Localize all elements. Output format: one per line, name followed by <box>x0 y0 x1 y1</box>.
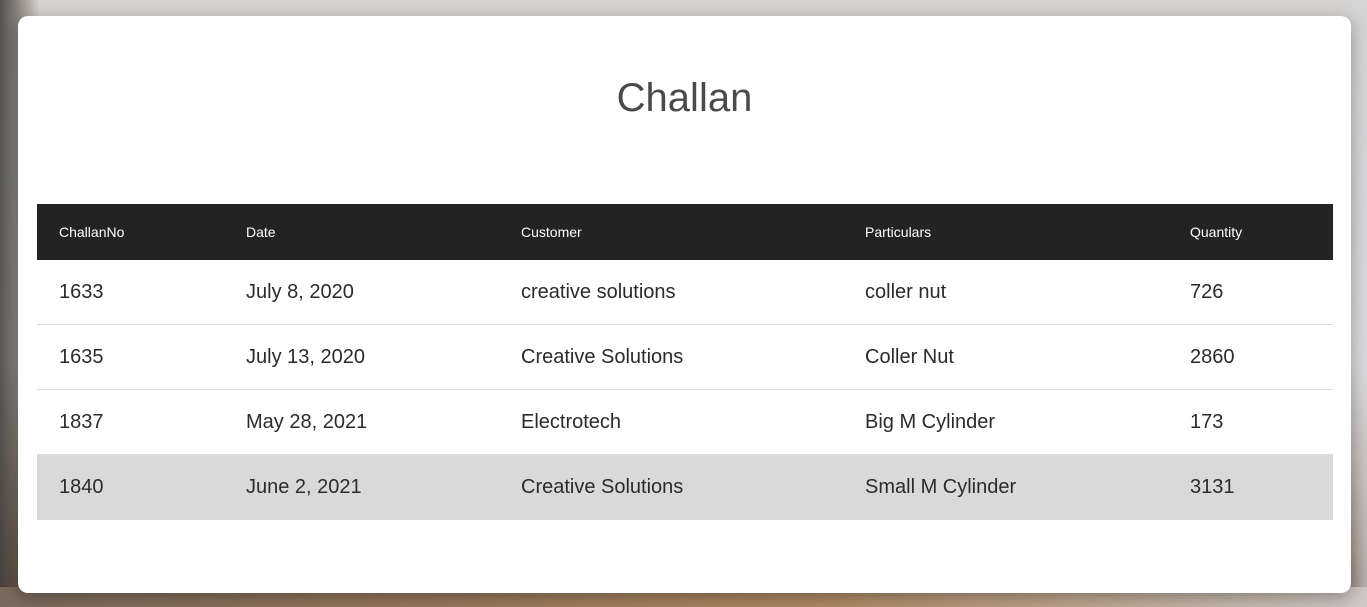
cell-particulars: coller nut <box>865 280 947 303</box>
cell-customer: Creative Solutions <box>521 475 684 498</box>
cell-customer: Electrotech <box>521 410 622 433</box>
table-row-highlighted[interactable]: 1840 June 2, 2021 Creative Solutions Sma… <box>37 455 1333 520</box>
cell-particulars: Big M Cylinder <box>865 410 996 433</box>
challan-card: Challan ChallanNo Date Customer Particul… <box>18 16 1351 593</box>
cell-date: July 13, 2020 <box>246 345 365 368</box>
table-header-row: ChallanNo Date Customer Particulars Quan… <box>37 204 1333 260</box>
page-title: Challan <box>616 76 753 120</box>
cell-quantity: 2860 <box>1190 345 1235 368</box>
cell-particulars: Small M Cylinder <box>865 475 1017 498</box>
cell-date: July 8, 2020 <box>246 280 354 303</box>
table-row[interactable]: 1635 July 13, 2020 Creative Solutions Co… <box>37 325 1333 390</box>
cell-particulars: Coller Nut <box>865 345 954 368</box>
cell-date: May 28, 2021 <box>246 410 368 433</box>
cell-customer: creative solutions <box>521 280 676 303</box>
column-header-date[interactable]: Date <box>246 224 276 240</box>
column-header-challan-no[interactable]: ChallanNo <box>59 224 124 240</box>
cell-challan-no: 1837 <box>59 410 104 433</box>
cell-challan-no: 1635 <box>59 345 104 368</box>
column-header-customer[interactable]: Customer <box>521 224 582 240</box>
cell-customer: Creative Solutions <box>521 345 684 368</box>
column-header-particulars[interactable]: Particulars <box>865 224 931 240</box>
table-row[interactable]: 1837 May 28, 2021 Electrotech Big M Cyli… <box>37 390 1333 455</box>
cell-quantity: 173 <box>1190 410 1224 433</box>
challan-table: ChallanNo Date Customer Particulars Quan… <box>37 204 1333 520</box>
table-row[interactable]: 1633 July 8, 2020 creative solutions col… <box>37 260 1333 325</box>
cell-quantity: 726 <box>1190 280 1224 303</box>
cell-quantity: 3131 <box>1190 475 1235 498</box>
cell-date: June 2, 2021 <box>246 475 362 498</box>
cell-challan-no: 1633 <box>59 280 104 303</box>
cell-challan-no: 1840 <box>59 475 104 498</box>
column-header-quantity[interactable]: Quantity <box>1190 224 1242 240</box>
